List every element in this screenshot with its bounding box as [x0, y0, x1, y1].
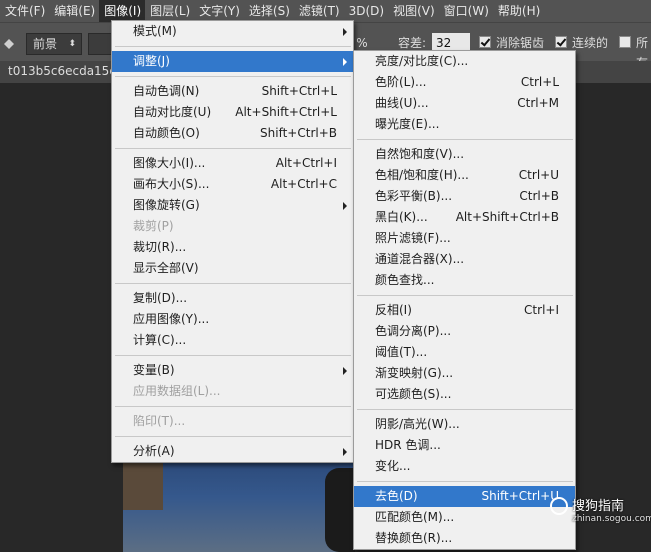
adjustments-submenu: 亮度/对比度(C)... 色阶(L)... Ctrl+L 曲线(U)... Ctrl… [353, 50, 576, 550]
menu-separator [115, 436, 351, 437]
paint-bucket-icon[interactable] [2, 36, 16, 50]
menu-item-exposure[interactable]: 曝光度(E)... [354, 114, 575, 135]
menu-separator [357, 409, 573, 410]
all-layers-label: 所有 [636, 36, 649, 70]
menu-separator [115, 76, 351, 77]
submenu-arrow-icon [343, 367, 347, 375]
menu-item-image-size[interactable]: 图像大小(I)... Alt+Ctrl+I [112, 153, 353, 174]
menu-item-selective-color[interactable]: 可选颜色(S)... [354, 384, 575, 405]
watermark: 搜狗指南 zhinan.sogou.com [548, 494, 651, 530]
menu-item-color-lookup[interactable]: 颜色查找... [354, 270, 575, 291]
menu-item-posterize[interactable]: 色调分离(P)... [354, 321, 575, 342]
menu-separator [357, 481, 573, 482]
menu-item-match-color[interactable]: 匹配颜色(M)... [354, 507, 575, 528]
contiguous-checkbox[interactable] [555, 36, 567, 48]
menu-separator [115, 46, 351, 47]
menu-bar: 文件(F) 编辑(E) 图像(I) 图层(L) 文字(Y) 选择(S) 滤镜(T… [0, 0, 651, 22]
menu-item-apply-image[interactable]: 应用图像(Y)... [112, 309, 353, 330]
menu-item-desaturate[interactable]: 去色(D) Shift+Ctrl+U [354, 486, 575, 507]
menu-separator [115, 283, 351, 284]
image-menu: 模式(M) 调整(J) 自动色调(N) Shift+Ctrl+L 自动对比度(U)… [111, 20, 354, 463]
menu-item-brightness-contrast[interactable]: 亮度/对比度(C)... [354, 51, 575, 72]
menu-window[interactable]: 窗口(W) [439, 0, 493, 22]
menu-item-variations[interactable]: 变化... [354, 456, 575, 477]
watermark-subtext: zhinan.sogou.com [572, 514, 651, 524]
menu-filter[interactable]: 滤镜(T) [294, 0, 344, 22]
menu-item-adjustments[interactable]: 调整(J) [112, 51, 353, 72]
menu-item-analysis[interactable]: 分析(A) [112, 441, 353, 462]
menu-item-apply-data-set: 应用数据组(L)... [133, 384, 221, 398]
menu-item-photo-filter[interactable]: 照片滤镜(F)... [354, 228, 575, 249]
menu-item-color-balance[interactable]: 色彩平衡(B)... Ctrl+B [354, 186, 575, 207]
watermark-text: 搜狗指南 [572, 499, 625, 514]
menu-item-trim[interactable]: 裁切(R)... [112, 237, 353, 258]
menu-item-curves[interactable]: 曲线(U)... Ctrl+M [354, 93, 575, 114]
menu-item-levels[interactable]: 色阶(L)... Ctrl+L [354, 72, 575, 93]
menu-item-image-rotation[interactable]: 图像旋转(G) [112, 195, 353, 216]
pattern-select[interactable] [88, 33, 111, 55]
fill-source-select[interactable]: 前景 ⬍ [26, 33, 82, 55]
submenu-arrow-icon [343, 202, 347, 210]
menu-3d[interactable]: 3D(D) [344, 0, 388, 22]
menu-item-auto-tone[interactable]: 自动色调(N) Shift+Ctrl+L [112, 81, 353, 102]
contiguous-label: 连续的 [572, 36, 609, 50]
document-image-detail [123, 460, 163, 510]
menu-item-crop: 裁剪(P) [133, 219, 174, 233]
menu-item-black-white[interactable]: 黑白(K)... Alt+Shift+Ctrl+B [354, 207, 575, 228]
menu-item-auto-color[interactable]: 自动颜色(O) Shift+Ctrl+B [112, 123, 353, 144]
menu-separator [115, 355, 351, 356]
menu-item-shadows-highlights[interactable]: 阴影/高光(W)... [354, 414, 575, 435]
menu-item-invert[interactable]: 反相(I) Ctrl+I [354, 300, 575, 321]
menu-item-calculations[interactable]: 计算(C)... [112, 330, 353, 351]
menu-select[interactable]: 选择(S) [244, 0, 294, 22]
submenu-arrow-icon [343, 58, 347, 66]
watermark-logo-icon [550, 497, 568, 515]
menu-type[interactable]: 文字(Y) [194, 0, 244, 22]
menu-item-vibrance[interactable]: 自然饱和度(V)... [354, 144, 575, 165]
menu-item-channel-mixer[interactable]: 通道混合器(X)... [354, 249, 575, 270]
menu-item-canvas-size[interactable]: 画布大小(S)... Alt+Ctrl+C [112, 174, 353, 195]
menu-separator [357, 139, 573, 140]
menu-item-auto-contrast[interactable]: 自动对比度(U) Alt+Shift+Ctrl+L [112, 102, 353, 123]
antialias-checkbox[interactable] [479, 36, 491, 48]
menu-file[interactable]: 文件(F) [0, 0, 49, 22]
all-layers-checkbox[interactable] [619, 36, 631, 48]
menu-separator [115, 148, 351, 149]
menu-separator [115, 406, 351, 407]
menu-item-hdr-toning[interactable]: HDR 色调... [354, 435, 575, 456]
menu-item-replace-color[interactable]: 替换颜色(R)... [354, 528, 575, 549]
document-image-subject [325, 468, 355, 552]
menu-item-gradient-map[interactable]: 渐变映射(G)... [354, 363, 575, 384]
menu-item-mode[interactable]: 模式(M) [112, 21, 353, 42]
menu-edit[interactable]: 编辑(E) [49, 0, 99, 22]
submenu-arrow-icon [343, 28, 347, 36]
document-tab[interactable]: t013b5c6ecda15d9 [8, 64, 125, 78]
menu-layer[interactable]: 图层(L) [145, 0, 194, 22]
submenu-arrow-icon [343, 448, 347, 456]
menu-item-variables[interactable]: 变量(B) [112, 360, 353, 381]
select-updown-icon: ⬍ [68, 39, 76, 49]
menu-item-hue-saturation[interactable]: 色相/饱和度(H)... Ctrl+U [354, 165, 575, 186]
menu-image[interactable]: 图像(I) [99, 0, 146, 22]
menu-item-trap: 陷印(T)... [133, 414, 186, 428]
menu-item-duplicate[interactable]: 复制(D)... [112, 288, 353, 309]
menu-view[interactable]: 视图(V) [388, 0, 439, 22]
menu-item-reveal-all[interactable]: 显示全部(V) [112, 258, 353, 279]
menu-item-threshold[interactable]: 阈值(T)... [354, 342, 575, 363]
menu-help[interactable]: 帮助(H) [493, 0, 544, 22]
fill-source-value: 前景 [33, 37, 58, 51]
menu-separator [357, 295, 573, 296]
